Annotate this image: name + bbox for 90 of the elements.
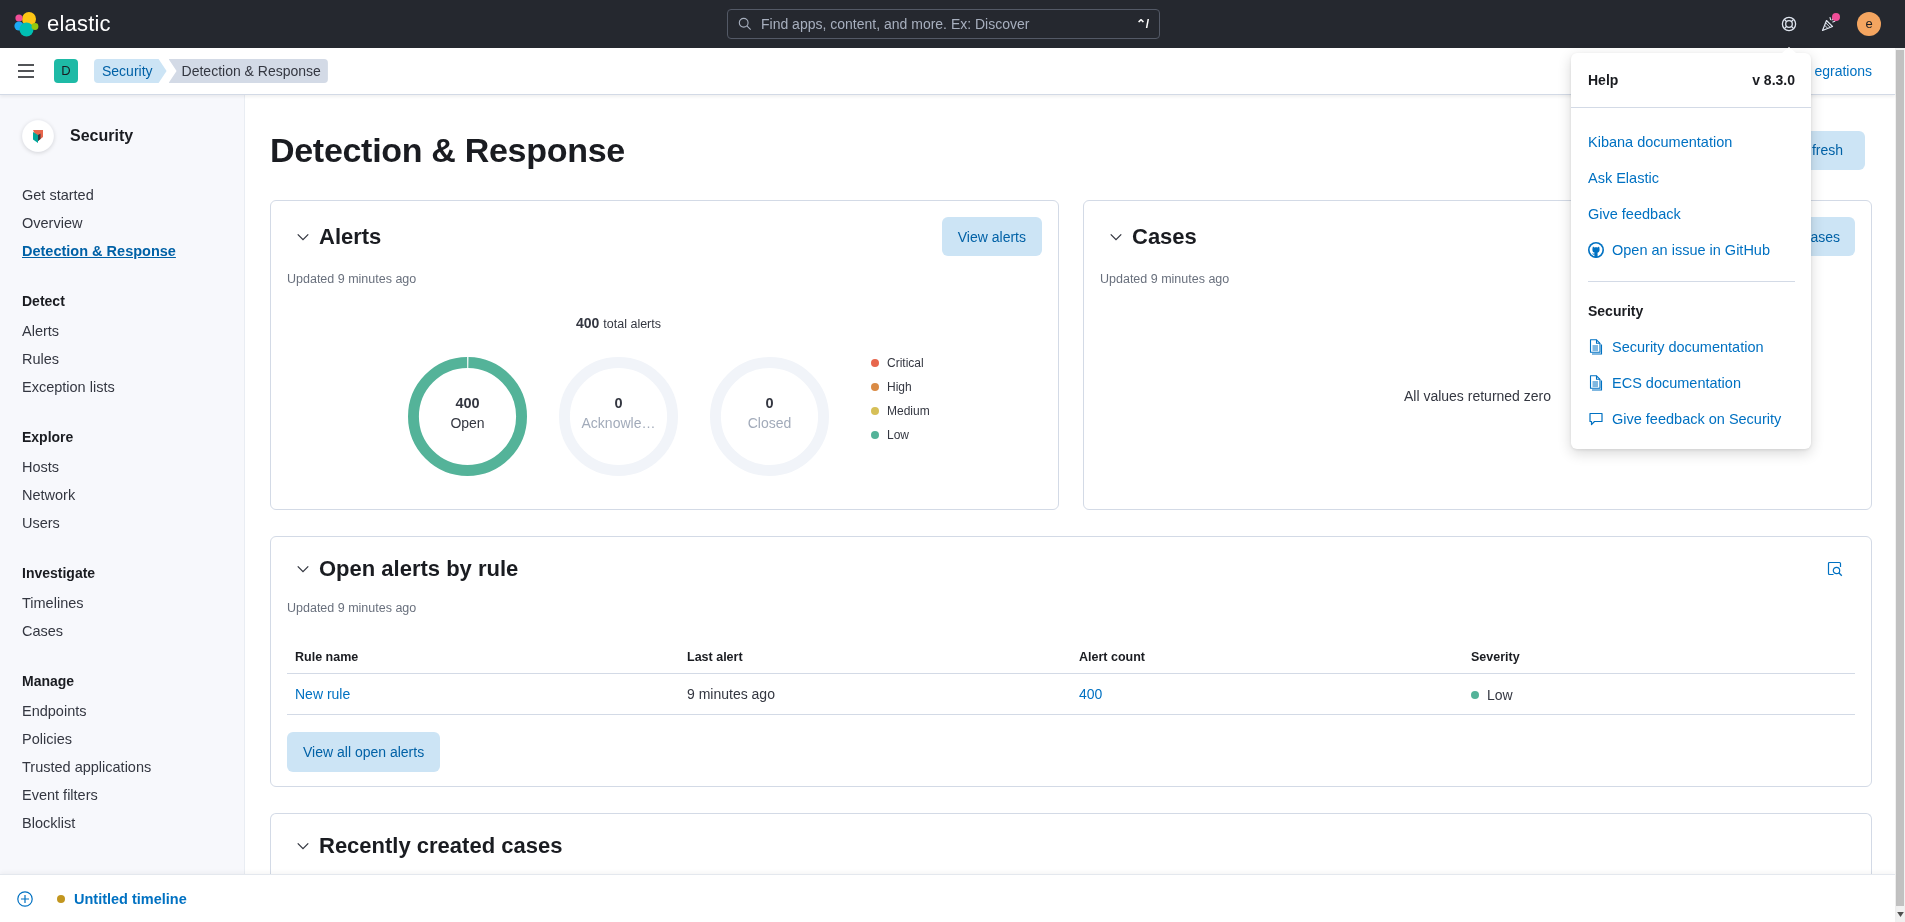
donut-label: Open <box>450 414 485 433</box>
nav-link[interactable]: Detection & Response <box>22 237 176 265</box>
nav-link[interactable]: Get started <box>22 181 94 209</box>
version-label: v 8.3.0 <box>1752 72 1795 88</box>
nav-link[interactable]: Trusted applications <box>22 753 152 781</box>
updated-text: Updated 9 minutes ago <box>1100 271 1230 287</box>
search-input[interactable]: Find apps, content, and more. Ex: Discover <box>752 14 1136 34</box>
nav-link[interactable]: Exception lists <box>22 373 115 401</box>
panel-title: Cases <box>1132 222 1197 251</box>
help-link[interactable]: Kibana documentation <box>1588 124 1733 160</box>
logo-text: elastic <box>47 11 111 37</box>
column-header[interactable]: Severity <box>1463 640 1855 674</box>
nav-link[interactable]: Hosts <box>22 453 60 481</box>
status-dot-icon <box>57 894 65 903</box>
view-alerts-button[interactable]: View alerts <box>941 217 1042 256</box>
nav-section-heading: Detect <box>22 292 65 311</box>
help-link[interactable]: Open an issue in GitHub <box>1588 232 1770 268</box>
magnifier-icon[interactable] <box>1827 561 1843 577</box>
donut-label: Closed <box>747 414 792 433</box>
nav-link[interactable]: Cases <box>22 617 64 645</box>
breadcrumb[interactable]: Detection & Response <box>168 59 328 83</box>
nav-link[interactable]: Blocklist <box>22 809 76 837</box>
severity-label: Low <box>1487 686 1513 703</box>
document-icon <box>1588 375 1604 391</box>
view-cases-button[interactable]: ases <box>1809 217 1855 256</box>
nav-link[interactable]: Overview <box>22 209 83 237</box>
logo-icon[interactable] <box>13 11 39 37</box>
column-header[interactable]: Last alert <box>679 640 1071 674</box>
rule-name-link[interactable]: New rule <box>295 686 351 702</box>
total-label: total alerts <box>603 317 661 331</box>
menu-section-title: Security <box>1588 302 1644 321</box>
view-all-open-alerts-button[interactable]: View all open alerts <box>287 732 441 772</box>
legend-label: Critical <box>887 356 924 370</box>
nav-link[interactable]: Policies <box>22 725 72 753</box>
scrollbar[interactable] <box>1895 48 1905 922</box>
nav-link[interactable]: Event filters <box>22 781 98 809</box>
sidebar-title: Security <box>70 126 134 146</box>
timeline-link[interactable]: Untitled timeline <box>74 890 187 907</box>
scroll-down-arrow-icon[interactable] <box>1896 912 1904 917</box>
updated-text: Updated 9 minutes ago <box>287 271 417 287</box>
alert-count-link[interactable]: 400 <box>1079 686 1103 702</box>
legend-label: Medium <box>887 404 930 418</box>
shortcut-hint: ⌃/ <box>1135 16 1149 32</box>
nav-link[interactable]: Rules <box>22 345 60 373</box>
help-link[interactable]: Give feedback <box>1588 196 1681 232</box>
space-avatar[interactable]: D <box>54 59 78 83</box>
donut-count: 400 <box>455 394 480 413</box>
search-field[interactable]: Find apps, content, and more. Ex: Discover ⌃/ <box>727 9 1160 39</box>
help-link[interactable]: Security documentation <box>1588 329 1764 365</box>
menu-icon <box>18 64 34 78</box>
updated-text: Updated 9 minutes ago <box>287 600 417 616</box>
nav-section-heading: Investigate <box>22 564 96 583</box>
legend-label: Low <box>887 428 909 442</box>
empty-message: All values returned zero <box>1403 388 1552 404</box>
lifebuoy-icon <box>1781 16 1797 32</box>
party-popper-icon <box>1821 16 1837 32</box>
user-avatar[interactable]: e <box>1857 12 1881 36</box>
panel-title: Recently created cases <box>319 832 563 860</box>
nav-link[interactable]: Alerts <box>22 317 60 345</box>
refresh-button[interactable]: fresh <box>1810 130 1865 170</box>
breadcrumb[interactable]: Security <box>94 59 167 83</box>
donut-label: Acknowle… <box>581 414 656 433</box>
plus-circle-icon[interactable] <box>17 890 33 907</box>
speech-bubble-icon <box>1588 411 1604 427</box>
column-header[interactable]: Alert count <box>1071 640 1463 674</box>
legend-label: High <box>887 380 912 394</box>
nav-link[interactable]: Timelines <box>22 589 84 617</box>
search-icon <box>738 17 752 31</box>
nav-section-heading: Explore <box>22 428 74 447</box>
panel-title: Alerts <box>319 222 382 251</box>
table-cell: 9 minutes ago <box>679 673 1071 715</box>
panel-title: Open alerts by rule <box>319 555 519 583</box>
nav-link[interactable]: Endpoints <box>22 697 87 725</box>
nav-section-heading: Manage <box>22 672 75 691</box>
scrollbar-thumb[interactable] <box>1896 50 1904 906</box>
page-title: Detection & Response <box>270 130 625 170</box>
integrations-link[interactable]: egrations <box>1814 61 1872 81</box>
column-header[interactable]: Rule name <box>287 640 679 674</box>
nav-link[interactable]: Users <box>22 509 60 537</box>
donut-count: 0 <box>614 394 623 413</box>
document-icon <box>1588 339 1604 355</box>
help-link[interactable]: ECS documentation <box>1588 365 1741 401</box>
github-icon <box>1588 242 1604 258</box>
nav-link[interactable]: Network <box>22 481 76 509</box>
menu-title: Help <box>1588 72 1619 88</box>
help-link[interactable]: Give feedback on Security <box>1588 401 1782 437</box>
security-logo-icon <box>22 120 54 152</box>
donut-count: 0 <box>765 394 774 413</box>
help-link[interactable]: Ask Elastic <box>1588 160 1659 196</box>
total-count: 400 <box>576 315 600 331</box>
